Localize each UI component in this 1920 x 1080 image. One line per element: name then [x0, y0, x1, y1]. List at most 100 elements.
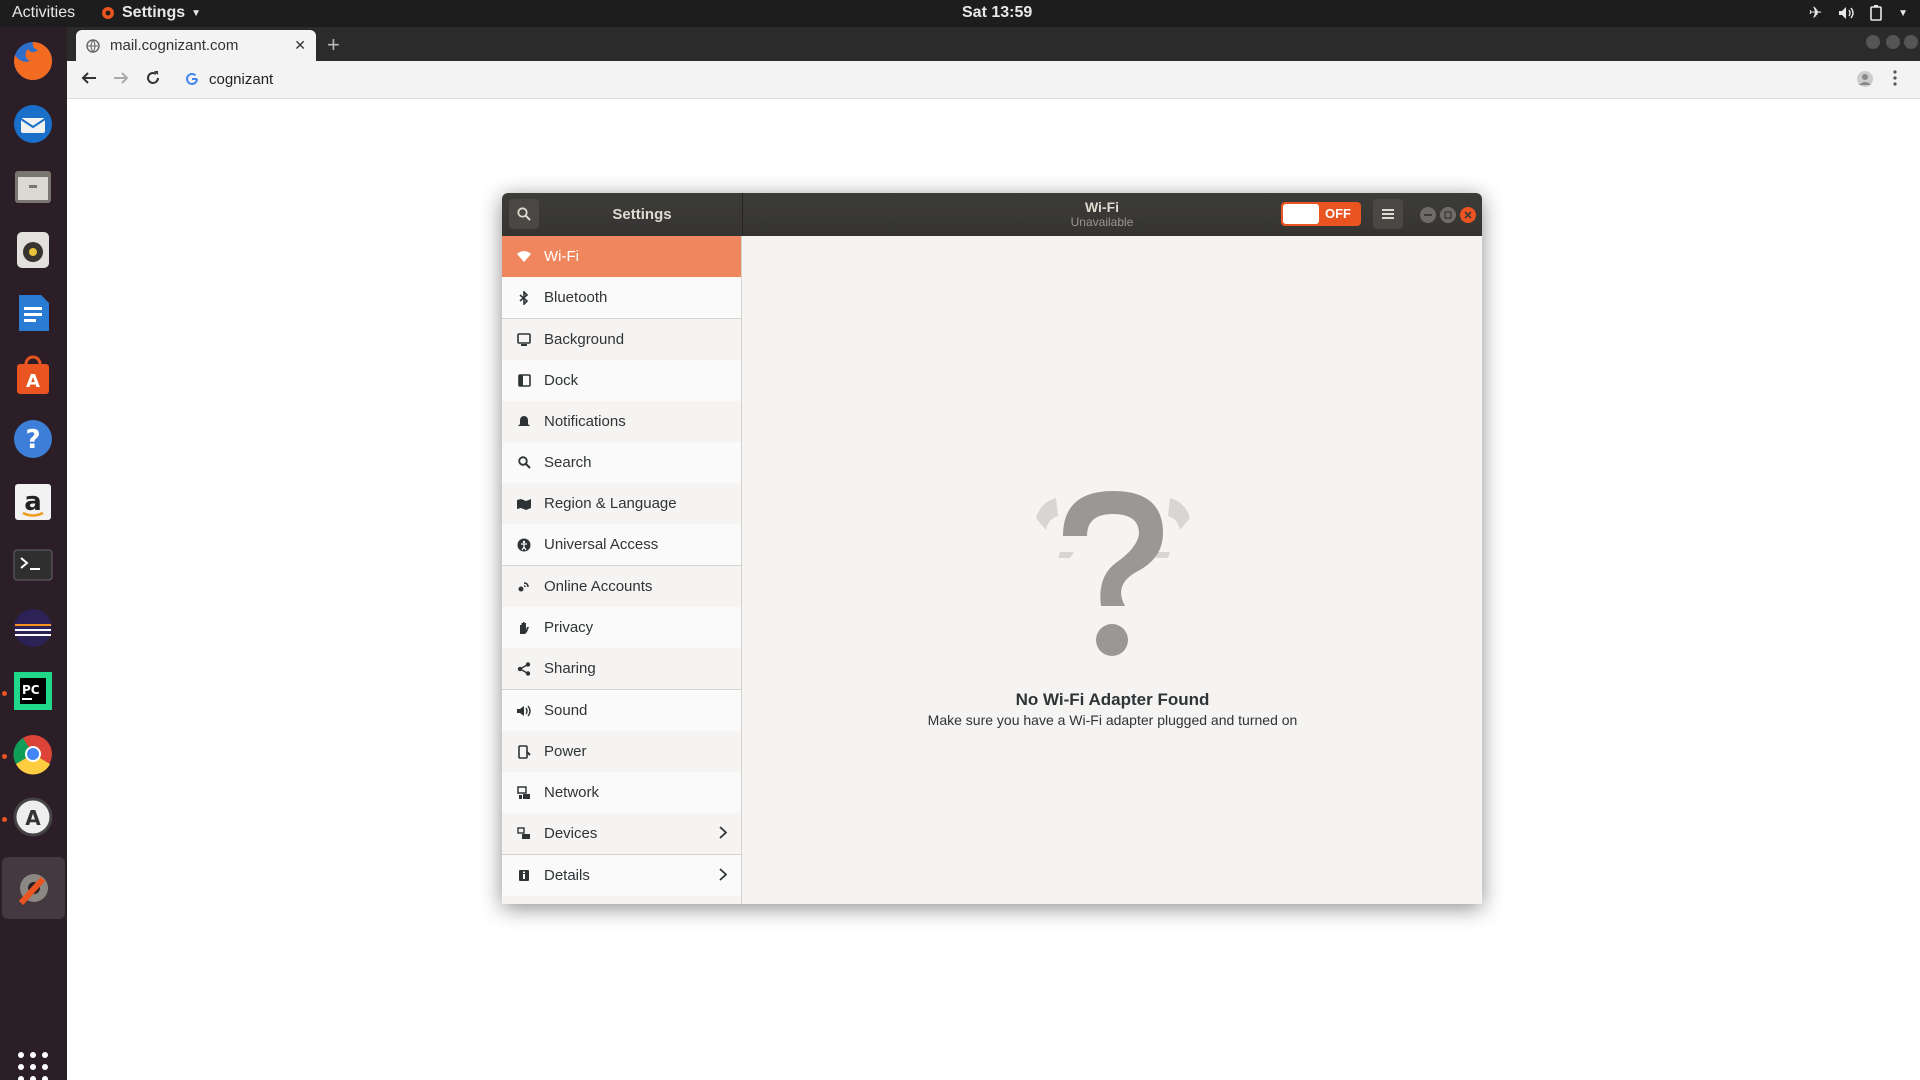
sidebar-item-label: Notifications [544, 413, 626, 430]
bell-icon [514, 415, 534, 428]
sidebar-item-notifications[interactable]: Notifications [502, 401, 741, 442]
rhythmbox-icon[interactable] [8, 225, 58, 275]
show-apps-icon[interactable] [8, 1042, 58, 1080]
svg-text:A: A [25, 806, 41, 830]
bluetooth-icon [514, 290, 534, 305]
browser-tab[interactable]: mail.cognizant.com ✕ [76, 30, 316, 61]
online-accounts-icon [514, 580, 534, 594]
running-indicator [2, 754, 7, 759]
sidebar-item-universal-access[interactable]: Universal Access [502, 524, 741, 565]
toggle-label: OFF [1325, 206, 1351, 221]
clock[interactable]: Sat 13:59 [962, 4, 1032, 22]
settings-sidebar: Wi-Fi Bluetooth Background Dock Notifica… [502, 236, 742, 904]
svg-text:A: A [26, 371, 40, 392]
toggle-knob [1283, 204, 1319, 224]
svg-text:PC: PC [22, 683, 40, 697]
network-icon [514, 785, 534, 800]
eclipse-icon[interactable] [8, 603, 58, 653]
software-updater-icon[interactable]: A [8, 792, 58, 842]
top-bar: Activities Settings ▼ Sat 13:59 ✈ ▼ [0, 0, 1920, 27]
close-tab-icon[interactable]: ✕ [294, 37, 306, 54]
question-mark-wifi-icon [1036, 491, 1190, 656]
minimize-button[interactable] [1420, 207, 1436, 223]
app-menu-label: Settings [122, 4, 186, 21]
system-tray[interactable]: ✈ ▼ [1809, 3, 1908, 23]
hamburger-menu-button[interactable] [1373, 199, 1403, 229]
search-icon [514, 456, 534, 469]
sidebar-item-label: Background [544, 331, 625, 348]
hamburger-icon [1382, 209, 1394, 219]
writer-icon[interactable] [8, 288, 58, 338]
sidebar-item-privacy[interactable]: Privacy [502, 607, 741, 648]
wifi-panel: No Wi-Fi Adapter Found Make sure you hav… [743, 236, 1482, 904]
sidebar-item-region-language[interactable]: Region & Language [502, 483, 741, 524]
airplane-icon: ✈ [1808, 5, 1823, 22]
sidebar-item-label: Search [544, 454, 592, 471]
maximize-icon [1444, 211, 1452, 219]
devices-icon [514, 827, 534, 840]
settings-app-icon[interactable] [2, 857, 65, 919]
sidebar-item-search[interactable]: Search [502, 442, 741, 483]
empty-state-subtitle: Make sure you have a Wi-Fi adapter plugg… [927, 712, 1298, 728]
sidebar-item-details[interactable]: Details [502, 855, 741, 896]
dock: A ? a PC A [0, 27, 67, 1080]
wifi-toggle[interactable]: OFF [1281, 202, 1361, 226]
sidebar-title: Settings [612, 206, 672, 223]
browser-toolbar: cognizant [67, 61, 1920, 99]
background-icon [514, 333, 534, 346]
sidebar-item-label: Devices [544, 825, 598, 842]
close-icon [1464, 211, 1472, 219]
chevron-right-icon [719, 826, 728, 843]
minimize-window-button[interactable] [1866, 35, 1880, 49]
address-bar[interactable]: cognizant [209, 71, 273, 88]
amazon-icon[interactable]: a [8, 477, 58, 527]
sidebar-item-label: Wi-Fi [544, 248, 579, 265]
thunderbird-icon[interactable] [8, 99, 58, 149]
region-icon [514, 498, 534, 510]
chevron-down-icon: ▼ [1898, 7, 1908, 19]
battery-icon [1870, 5, 1882, 21]
tab-title: mail.cognizant.com [110, 37, 239, 54]
close-button[interactable] [1460, 207, 1476, 223]
sidebar-item-label: Region & Language [544, 495, 677, 512]
sidebar-item-label: Sound [544, 702, 588, 719]
help-icon[interactable]: ? [8, 414, 58, 464]
kebab-menu-icon[interactable] [1893, 70, 1897, 90]
sidebar-item-label: Dock [544, 372, 579, 389]
maximize-button[interactable] [1440, 207, 1456, 223]
software-center-icon[interactable]: A [8, 351, 58, 401]
profile-avatar-icon[interactable] [1856, 70, 1874, 92]
running-indicator [2, 817, 7, 822]
sidebar-item-dock[interactable]: Dock [502, 360, 741, 401]
page-title-block: Wi-Fi Unavailable [1002, 199, 1202, 229]
chrome-icon[interactable] [8, 729, 58, 779]
new-tab-button[interactable]: + [327, 32, 340, 58]
sidebar-item-wifi[interactable]: Wi-Fi [502, 236, 741, 277]
files-icon[interactable] [8, 162, 58, 212]
sidebar-item-sharing[interactable]: Sharing [502, 648, 741, 689]
sidebar-item-power[interactable]: Power [502, 731, 741, 772]
back-arrow-icon[interactable] [81, 70, 97, 90]
sidebar-item-sound[interactable]: Sound [502, 690, 741, 731]
svg-text:a: a [24, 487, 42, 517]
close-window-button[interactable] [1904, 35, 1918, 49]
firefox-icon[interactable] [8, 36, 58, 86]
sidebar-item-background[interactable]: Background [502, 319, 741, 360]
sidebar-item-devices[interactable]: Devices [502, 813, 741, 854]
chevron-right-icon [719, 868, 728, 885]
forward-arrow-icon[interactable] [113, 70, 129, 90]
sidebar-item-bluetooth[interactable]: Bluetooth [502, 277, 741, 318]
maximize-window-button[interactable] [1886, 35, 1900, 49]
app-menu[interactable]: Settings ▼ [100, 4, 201, 22]
pycharm-icon[interactable]: PC [8, 666, 58, 716]
wifi-icon [514, 250, 534, 263]
sidebar-item-online-accounts[interactable]: Online Accounts [502, 566, 741, 607]
reload-icon[interactable] [145, 70, 161, 90]
hand-icon [514, 621, 534, 635]
sidebar-item-network[interactable]: Network [502, 772, 741, 813]
activities-button[interactable]: Activities [12, 4, 75, 22]
sidebar-item-label: Power [544, 743, 587, 760]
terminal-icon[interactable] [8, 540, 58, 590]
settings-window: Settings Wi-Fi Unavailable OFF Wi-Fi Blu… [502, 193, 1482, 904]
header-divider [742, 193, 743, 236]
